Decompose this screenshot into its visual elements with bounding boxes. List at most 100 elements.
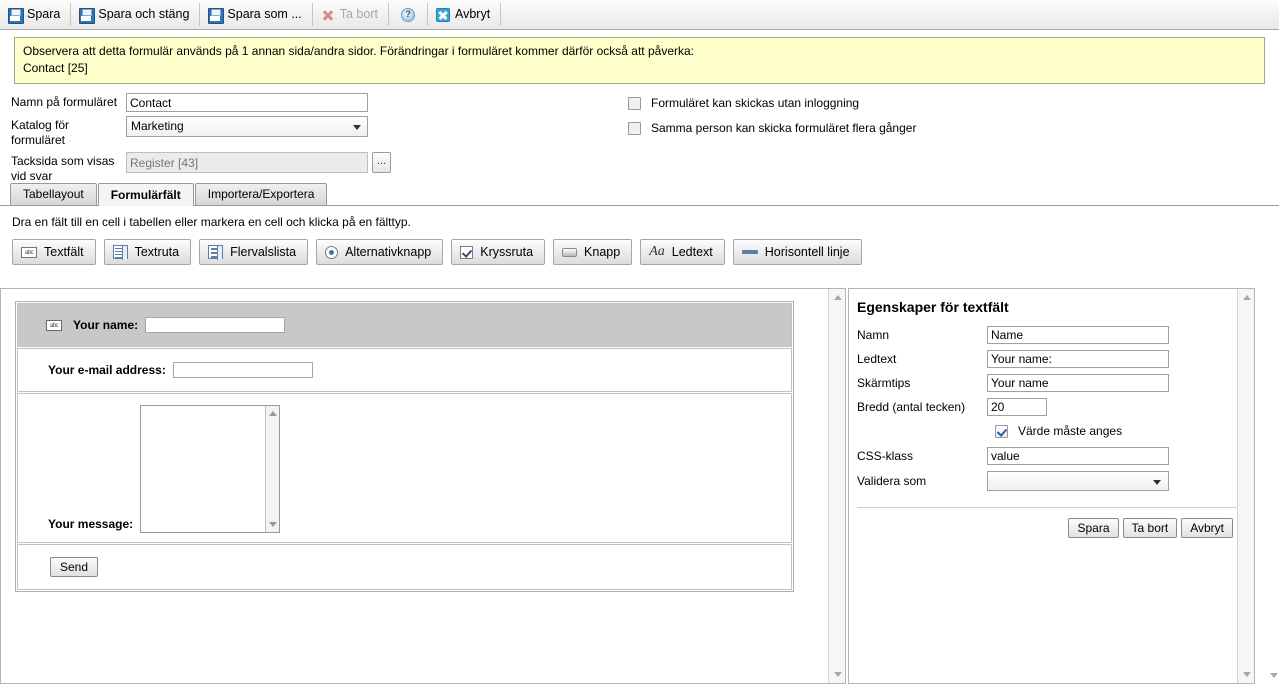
field-type-listbox-button[interactable]: Flervalslista <box>199 239 309 265</box>
canvas-vertical-scrollbar[interactable] <box>828 289 845 683</box>
field-type-checkbox-button[interactable]: Kryssruta <box>451 239 546 265</box>
form-designer-canvas[interactable]: abc Your name: Your e-mail address: Your… <box>1 289 827 683</box>
table-row[interactable]: Send <box>17 544 792 590</box>
cancel-button[interactable]: Avbryt <box>428 0 500 29</box>
form-options: Formuläret kan skickas utan inloggning S… <box>628 96 916 146</box>
property-label-name: Namn <box>857 328 890 342</box>
checkbox-icon[interactable] <box>995 424 1008 438</box>
properties-save-button[interactable]: Spara <box>1068 518 1119 538</box>
property-label-width: Bredd (antal tecken) <box>857 400 966 414</box>
table-row[interactable]: Your message: <box>17 393 792 543</box>
field-textarea-preview[interactable] <box>140 405 281 533</box>
tab-formularfalt[interactable]: Formulärfält <box>97 183 194 206</box>
properties-title: Egenskaper för textfält <box>857 299 1009 315</box>
property-row-width: Bredd (antal tecken) <box>857 398 1237 416</box>
form-catalog-select[interactable]: Marketing <box>126 116 368 137</box>
field-type-radio-button[interactable]: Alternativknapp <box>316 239 444 265</box>
warning-line-1: Observera att detta formulär används på … <box>23 44 695 58</box>
field-type-checkbox-label: Kryssruta <box>480 245 534 259</box>
scroll-up-button[interactable] <box>1238 289 1255 306</box>
property-input-tooltip[interactable] <box>987 374 1169 392</box>
textarea-icon <box>112 245 128 260</box>
scroll-down-button[interactable] <box>829 666 846 683</box>
page-scroll-down-button[interactable] <box>1265 667 1279 684</box>
scroll-up-icon <box>833 295 842 300</box>
scroll-up-button[interactable] <box>829 289 846 306</box>
field-label: Your e-mail address: <box>48 363 166 377</box>
properties-actions: Spara Ta bort Avbryt <box>857 518 1237 538</box>
properties-delete-button[interactable]: Ta bort <box>1122 518 1178 538</box>
tab-bar: Tabellayout Formulärfält Importera/Expor… <box>0 183 1279 206</box>
save-as-button-label: Spara som ... <box>227 7 302 22</box>
hline-icon <box>741 250 758 254</box>
save-as-button[interactable]: Spara som ... <box>200 0 311 29</box>
form-settings: Namn på formuläret Katalog för formuläre… <box>0 84 1279 184</box>
property-input-ledtext[interactable] <box>987 350 1169 368</box>
checkbox-icon <box>460 245 474 259</box>
save-and-close-button-label: Spara och stäng <box>98 7 190 22</box>
property-label-cssclass: CSS-klass <box>857 449 914 463</box>
form-name-input[interactable] <box>126 93 368 112</box>
help-button[interactable]: ? <box>389 0 427 29</box>
form-layout-table: abc Your name: Your e-mail address: Your… <box>15 301 794 592</box>
label-icon: Aa <box>649 244 665 259</box>
tab-tabellayout[interactable]: Tabellayout <box>10 183 97 205</box>
property-row-tooltip: Skärmtips <box>857 374 1237 392</box>
property-input-width[interactable] <box>987 398 1047 416</box>
delete-button-label: Ta bort <box>339 7 378 22</box>
tab-importera-exportera[interactable]: Importera/Exportera <box>194 183 328 205</box>
field-type-hline-button[interactable]: Horisontell linje <box>732 239 862 265</box>
field-type-textarea-button[interactable]: Textruta <box>103 239 192 265</box>
save-button[interactable]: Spara <box>0 0 70 29</box>
field-type-label-label: Ledtext <box>671 245 713 259</box>
field-input-preview[interactable] <box>172 362 313 378</box>
save-button-label: Spara <box>27 7 61 22</box>
properties-content: Egenskaper för textfält Namn Ledtext Skä… <box>849 289 1237 683</box>
form-catalog-value: Marketing <box>131 119 184 133</box>
field-label: Your name: <box>73 318 139 332</box>
table-row[interactable]: abc Your name: <box>17 303 792 347</box>
property-row-required[interactable]: Värde måste anges <box>857 424 1237 438</box>
scroll-up-icon <box>1242 295 1251 300</box>
field-type-textfield-label: Textfält <box>44 245 84 259</box>
textfield-icon: abc <box>46 319 62 331</box>
field-input-preview[interactable] <box>145 317 286 333</box>
property-input-name[interactable] <box>987 326 1169 344</box>
delete-button: Ta bort <box>313 0 388 29</box>
send-button[interactable]: Send <box>50 557 99 577</box>
scroll-up-icon[interactable] <box>269 411 278 416</box>
option-anonymous-submit[interactable]: Formuläret kan skickas utan inloggning <box>628 96 916 110</box>
form-designer-panel: abc Your name: Your e-mail address: Your… <box>0 288 846 684</box>
form-name-label: Namn på formuläret <box>11 95 118 109</box>
instruction-text: Dra en fält till en cell i tabellen elle… <box>12 215 411 229</box>
thankyou-page-row: Tacksida som visas vid svar ... <box>0 152 1279 184</box>
thankyou-page-input[interactable] <box>126 152 368 173</box>
field-type-button-label: Knapp <box>584 245 621 259</box>
table-row[interactable]: Your e-mail address: <box>17 348 792 392</box>
thankyou-browse-button[interactable]: ... <box>372 152 391 173</box>
chevron-down-icon <box>353 125 361 130</box>
scroll-down-icon <box>1269 673 1278 678</box>
scroll-down-button[interactable] <box>1238 666 1255 683</box>
checkbox-icon[interactable] <box>628 121 641 135</box>
option-multiple-submit[interactable]: Samma person kan skicka formuläret flera… <box>628 121 916 135</box>
property-row-cssclass: CSS-klass <box>857 447 1237 465</box>
field-type-label-button[interactable]: Aa Ledtext <box>640 239 725 265</box>
save-and-close-button[interactable]: Spara och stäng <box>71 0 199 29</box>
property-label-tooltip: Skärmtips <box>857 376 911 390</box>
scroll-down-icon <box>1242 672 1251 677</box>
property-select-validate[interactable] <box>987 471 1169 491</box>
page-vertical-scrollbar[interactable] <box>1265 288 1279 684</box>
properties-vertical-scrollbar[interactable] <box>1237 289 1254 683</box>
scroll-down-icon[interactable] <box>269 522 278 527</box>
property-input-cssclass[interactable] <box>987 447 1169 465</box>
cancel-button-label: Avbryt <box>454 7 491 22</box>
main-toolbar: Spara Spara och stäng Spara som ... Ta b… <box>0 0 1279 30</box>
textarea-scrollbar[interactable] <box>265 406 280 532</box>
field-type-button-button[interactable]: Knapp <box>553 239 633 265</box>
property-label-validate: Validera som <box>857 474 927 488</box>
properties-cancel-button[interactable]: Avbryt <box>1181 518 1233 538</box>
checkbox-icon[interactable] <box>628 96 641 110</box>
delete-icon <box>321 8 335 22</box>
field-type-textfield-button[interactable]: abc Textfält <box>12 239 96 265</box>
